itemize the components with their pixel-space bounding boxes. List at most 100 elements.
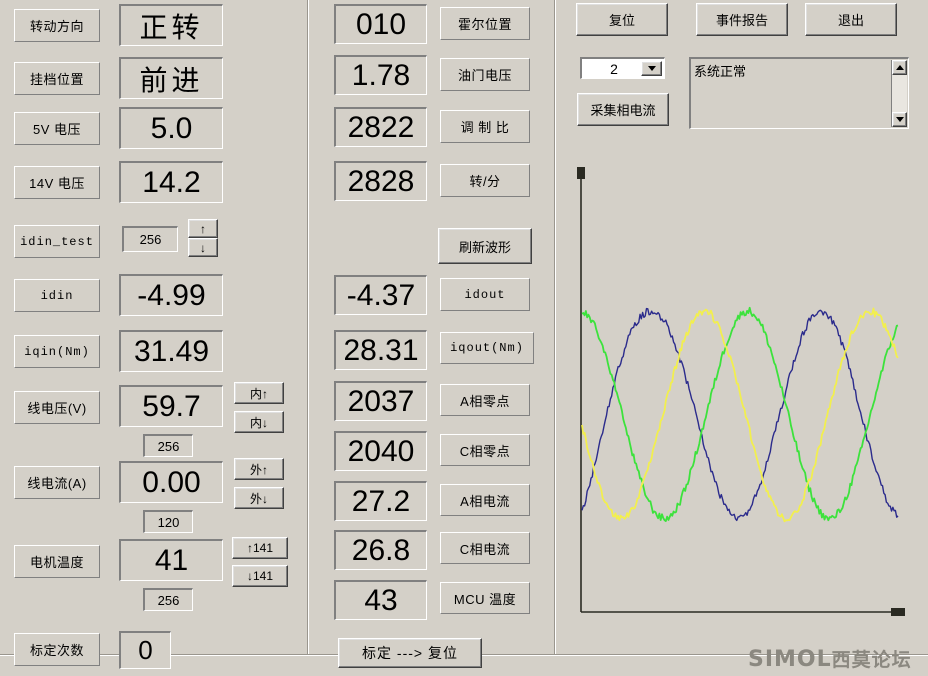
value-text: 120 — [157, 514, 180, 530]
button-label: ↓141 — [246, 569, 274, 583]
label-5v-voltage: 5V 电压 — [14, 112, 100, 145]
value-calibration-count: 0 — [119, 631, 171, 669]
idin-test-spinner-down[interactable]: ↓ — [188, 238, 218, 257]
label-text: 线电压(V) — [27, 401, 87, 416]
value-text: 256 — [157, 438, 180, 454]
label-motor-temperature: 电机温度 — [14, 545, 100, 578]
value-phase-a-current: 27.2 — [334, 481, 427, 521]
label-text: 5V 电压 — [32, 122, 81, 137]
value-text: -4.99 — [137, 278, 206, 312]
value-text: 2037 — [347, 384, 415, 418]
value-text: -4.37 — [346, 278, 416, 312]
button-label: 刷新波形 — [458, 239, 511, 255]
value-iqout: 28.31 — [334, 330, 427, 370]
status-text: 系统正常 — [694, 64, 747, 79]
button-label: 外↑ — [249, 462, 268, 477]
value-rotation-direction: 正转 — [119, 4, 223, 46]
label-text: C相零点 — [459, 443, 511, 459]
arrow-down-icon: ↓ — [200, 240, 206, 255]
button-label: 退出 — [837, 13, 864, 28]
button-temp-up[interactable]: ↑141 — [232, 537, 288, 559]
value-phase-a-zero: 2037 — [334, 381, 427, 421]
idin-test-spinner-up[interactable]: ↑ — [188, 219, 218, 238]
value-text: 2828 — [347, 164, 415, 198]
button-event-report[interactable]: 事件报告 — [696, 3, 788, 36]
label-idin-test: idin_test — [14, 225, 100, 258]
divider-left — [307, 0, 309, 655]
value-rpm: 2828 — [334, 161, 427, 201]
value-idout: -4.37 — [334, 275, 427, 315]
value-throttle-voltage: 1.78 — [334, 55, 427, 95]
button-inner-up[interactable]: 内↑ — [234, 382, 284, 404]
chevron-down-icon[interactable] — [641, 61, 662, 76]
button-label: 外↓ — [249, 491, 268, 506]
label-idin: idin — [14, 279, 100, 312]
waveform-trace — [581, 307, 899, 523]
label-throttle-voltage: 油门电压 — [440, 58, 530, 91]
label-iqout: iqout(Nm) — [440, 332, 534, 364]
label-iqin: iqin(Nm) — [14, 335, 100, 368]
label-text: idin_test — [20, 234, 94, 249]
button-inner-down[interactable]: 内↓ — [234, 411, 284, 433]
value-text: 1.78 — [351, 58, 411, 92]
label-mcu-temperature: MCU 温度 — [440, 582, 530, 614]
button-collect-phase-current[interactable]: 采集相电流 — [577, 93, 669, 126]
value-hall-position: 010 — [334, 4, 427, 44]
label-text: idin — [40, 288, 74, 303]
button-reset[interactable]: 复位 — [576, 3, 668, 36]
value-text: 2040 — [347, 434, 415, 468]
waveform-traces — [581, 306, 899, 523]
status-scrollbar[interactable] — [891, 60, 907, 127]
value-5v-voltage: 5.0 — [119, 107, 223, 149]
scroll-down-button[interactable] — [892, 112, 907, 127]
button-label: 标定 ---> 复位 — [362, 645, 458, 661]
value-phase-c-zero: 2040 — [334, 431, 427, 471]
button-refresh-waveform[interactable]: 刷新波形 — [438, 228, 532, 264]
label-rotation-direction: 转动方向 — [14, 9, 100, 42]
value-text: 14.2 — [142, 165, 201, 199]
label-line-current: 线电流(A) — [14, 466, 100, 499]
value-line-voltage-sub: 256 — [143, 434, 193, 457]
value-motor-temperature: 41 — [119, 539, 223, 581]
value-text: 41 — [154, 543, 189, 577]
label-idout: idout — [440, 278, 530, 311]
arrow-up-icon: ↑ — [200, 221, 206, 236]
button-outer-down[interactable]: 外↓ — [234, 487, 284, 509]
label-modulation-ratio: 调 制 比 — [440, 110, 530, 143]
label-text: idout — [464, 287, 506, 302]
button-label: 事件报告 — [715, 13, 768, 28]
label-text: MCU 温度 — [453, 591, 517, 607]
label-calibration-count: 标定次数 — [14, 633, 100, 666]
label-phase-a-zero: A相零点 — [440, 384, 530, 416]
button-label: 内↓ — [249, 415, 268, 430]
value-text: 0 — [138, 635, 153, 665]
value-idin-test: 256 — [122, 226, 178, 252]
button-calibrate-reset[interactable]: 标定 ---> 复位 — [338, 638, 482, 668]
value-text: 2822 — [347, 110, 415, 144]
waveform-trace — [581, 306, 899, 522]
waveform-chart — [577, 167, 905, 616]
label-text: A相电流 — [460, 493, 510, 509]
button-outer-up[interactable]: 外↑ — [234, 458, 284, 480]
label-14v-voltage: 14V 电压 — [14, 166, 100, 199]
value-idin: -4.99 — [119, 274, 223, 316]
value-text: 59.7 — [142, 389, 201, 423]
status-listbox[interactable]: 系统正常 — [689, 57, 909, 129]
label-rpm: 转/分 — [440, 164, 530, 197]
value-text: 前进 — [139, 64, 204, 96]
label-text: 线电流(A) — [27, 476, 87, 491]
value-text: 27.2 — [351, 484, 411, 518]
channel-select-dropdown[interactable]: 2 — [580, 57, 665, 79]
value-iqin: 31.49 — [119, 330, 223, 372]
label-text: 标定次数 — [29, 643, 84, 658]
value-14v-voltage: 14.2 — [119, 161, 223, 203]
value-modulation-ratio: 2822 — [334, 107, 427, 147]
button-label: ↑141 — [246, 541, 274, 555]
button-temp-down[interactable]: ↓141 — [232, 565, 288, 587]
label-gear-position: 挂档位置 — [14, 62, 100, 95]
scroll-up-button[interactable] — [892, 60, 907, 75]
button-exit[interactable]: 退出 — [805, 3, 897, 36]
label-text: 油门电压 — [457, 68, 512, 83]
label-text: 电机温度 — [29, 555, 84, 570]
button-label: 采集相电流 — [590, 103, 656, 118]
